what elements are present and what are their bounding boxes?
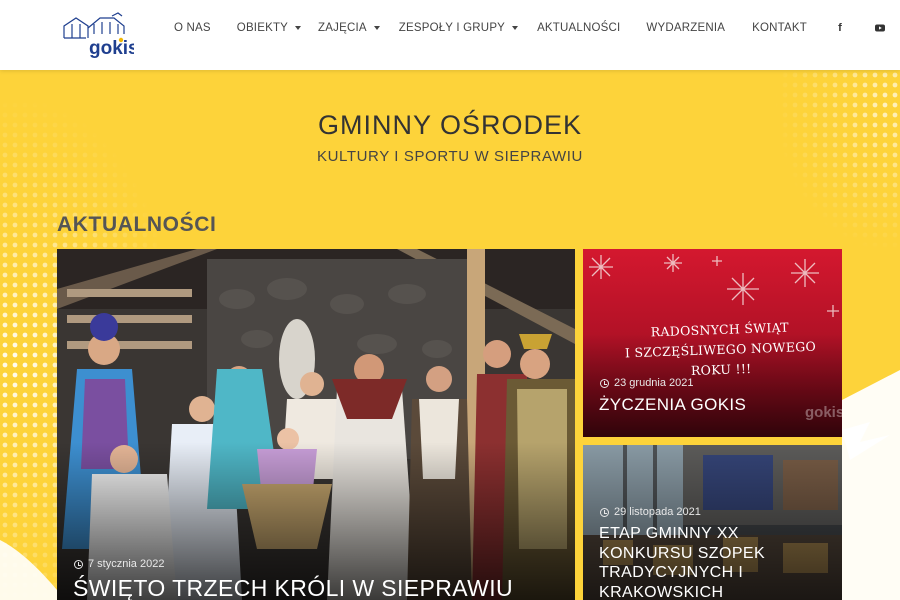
post-title[interactable]: ŚWIĘTO TRZECH KRÓLI W SIEPRAWIU bbox=[73, 575, 513, 600]
nav-kontakt[interactable]: KONTAKT bbox=[752, 22, 807, 34]
greeting-image-text: RADOSNYCH ŚWIĄT I SZCZĘŚLIWEGO NOWEGO RO… bbox=[612, 316, 829, 383]
post-date: 7 stycznia 2022 bbox=[74, 558, 164, 570]
nav-label: O NAS bbox=[174, 22, 211, 34]
facebook-icon[interactable]: f bbox=[833, 21, 847, 35]
logo-wordmark: gokis bbox=[89, 38, 134, 58]
nav-obiekty[interactable]: OBIEKTY bbox=[236, 22, 302, 34]
main-navigation: O NAS OBIEKTY ZAJĘCIA ZESPOŁY I GRUPY AK… bbox=[160, 0, 887, 56]
post-date: 29 listopada 2021 bbox=[600, 506, 701, 518]
nav-aktualnosci[interactable]: AKTUALNOŚCI bbox=[537, 22, 620, 34]
post-date: 23 grudnia 2021 bbox=[600, 377, 694, 389]
gokis-logo[interactable]: gokis bbox=[62, 12, 134, 58]
nav-label: AKTUALNOŚCI bbox=[537, 22, 621, 34]
nav-label: ZESPOŁY I GRUPY bbox=[398, 22, 506, 34]
post-date-text: 23 grudnia 2021 bbox=[614, 377, 694, 389]
nav-label: ZAJĘCIA bbox=[318, 22, 367, 34]
post-date-text: 29 listopada 2021 bbox=[614, 506, 701, 518]
nav-label: OBIEKTY bbox=[236, 22, 289, 34]
clock-icon bbox=[600, 378, 609, 388]
page-title: GMINNY OŚRODEK bbox=[317, 110, 583, 140]
post-date-text: 7 stycznia 2022 bbox=[88, 558, 165, 570]
youtube-icon[interactable] bbox=[873, 21, 887, 35]
news-card-greetings[interactable]: gokis RADOSNYCH ŚWIĄT I SZCZĘŚLIWEGO NOW… bbox=[583, 249, 842, 437]
post-title[interactable]: ETAP GMINNY XX KONKURSU SZOPEK TRADYCYJN… bbox=[599, 524, 834, 600]
site-header: gokis O NAS OBIEKTY ZAJĘCIA ZESPOŁY I GR… bbox=[0, 0, 900, 70]
chevron-down-icon bbox=[295, 26, 302, 30]
nav-o-nas[interactable]: O NAS bbox=[174, 22, 211, 34]
nav-zajecia[interactable]: ZAJĘCIA bbox=[318, 22, 380, 34]
news-card-featured[interactable]: 7 stycznia 2022 ŚWIĘTO TRZECH KRÓLI W SI… bbox=[57, 249, 575, 600]
nativity-photo bbox=[57, 249, 575, 600]
clock-icon bbox=[74, 559, 83, 569]
nav-zespoly-i-grupy[interactable]: ZESPOŁY I GRUPY bbox=[398, 22, 519, 34]
chevron-down-icon bbox=[373, 26, 380, 30]
chevron-down-icon bbox=[512, 26, 519, 30]
nav-wydarzenia[interactable]: WYDARZENIA bbox=[646, 22, 725, 34]
news-section-heading: AKTUALNOŚCI bbox=[57, 213, 217, 236]
page-subtitle: KULTURY I SPORTU W SIEPRAWIU bbox=[316, 148, 583, 165]
post-title[interactable]: ŻYCZENIA GOKIS bbox=[599, 395, 746, 415]
news-card-szopki[interactable]: 29 listopada 2021 ETAP GMINNY XX KONKURS… bbox=[583, 445, 842, 600]
svg-text:gokis: gokis bbox=[805, 404, 842, 421]
nav-label: KONTAKT bbox=[752, 22, 807, 34]
youtube-glyph bbox=[874, 24, 885, 32]
clock-icon bbox=[600, 507, 609, 517]
nav-label: WYDARZENIA bbox=[646, 22, 726, 34]
